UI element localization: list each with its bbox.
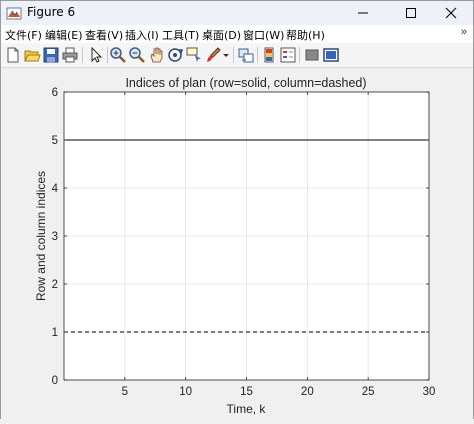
menu-view[interactable]: 查看(V) bbox=[85, 27, 123, 43]
x-tick-label: 10 bbox=[179, 386, 192, 398]
x-tick-label: 5 bbox=[122, 386, 128, 398]
save-icon[interactable] bbox=[42, 46, 60, 64]
close-icon bbox=[445, 7, 457, 19]
minimize-button[interactable] bbox=[341, 1, 385, 25]
y-tick-label: 0 bbox=[52, 375, 58, 387]
maximize-icon bbox=[406, 8, 416, 18]
y-tick-label: 3 bbox=[52, 231, 58, 243]
minimize-icon bbox=[358, 12, 368, 14]
y-tick-label: 2 bbox=[52, 279, 58, 291]
x-tick-label: 30 bbox=[423, 386, 436, 398]
new-figure-icon[interactable] bbox=[4, 46, 22, 64]
rotate-3d-icon[interactable] bbox=[166, 46, 184, 64]
show-plot-tools-icon[interactable] bbox=[322, 46, 340, 64]
toolbar-separator bbox=[299, 47, 300, 63]
brush-icon[interactable] bbox=[204, 46, 222, 64]
menu-desktop[interactable]: 桌面(D) bbox=[202, 27, 241, 43]
toolbar-separator bbox=[82, 47, 83, 63]
menu-window[interactable]: 窗口(W) bbox=[243, 27, 284, 43]
title-bar: Figure 6 bbox=[1, 1, 473, 25]
close-button[interactable] bbox=[429, 1, 473, 25]
menu-edit[interactable]: 编辑(E) bbox=[45, 27, 83, 43]
hide-plot-tools-icon[interactable] bbox=[303, 46, 321, 64]
figure-window: Figure 6 文件(F) 编辑(E) 查看(V) 插入(I) 工具(T) 桌… bbox=[0, 0, 474, 419]
menu-bar: 文件(F) 编辑(E) 查看(V) 插入(I) 工具(T) 桌面(D) 窗口(W… bbox=[1, 25, 473, 43]
brush-dropdown-icon[interactable] bbox=[221, 46, 231, 64]
pan-icon[interactable] bbox=[147, 46, 165, 64]
menu-insert[interactable]: 插入(I) bbox=[125, 27, 159, 43]
menu-help[interactable]: 帮助(H) bbox=[286, 27, 325, 43]
x-axis-label: Time, k bbox=[227, 402, 267, 416]
data-cursor-icon[interactable] bbox=[185, 46, 203, 64]
colorbar-icon[interactable] bbox=[260, 46, 278, 64]
y-tick-label: 5 bbox=[52, 135, 58, 147]
plot-svg: Indices of plan (row=solid, column=dashe… bbox=[34, 76, 436, 416]
toolbar-separator bbox=[233, 47, 234, 63]
window-title: Figure 6 bbox=[27, 5, 76, 19]
menu-overflow-icon[interactable]: » bbox=[461, 26, 467, 38]
print-icon[interactable] bbox=[61, 46, 79, 64]
figure-toolbar bbox=[1, 43, 473, 68]
x-tick-label: 25 bbox=[362, 386, 375, 398]
open-file-icon[interactable] bbox=[23, 46, 41, 64]
x-tick-label: 15 bbox=[240, 386, 253, 398]
chart-title: Indices of plan (row=solid, column=dashe… bbox=[125, 76, 366, 90]
maximize-button[interactable] bbox=[389, 1, 433, 25]
matlab-logo-icon bbox=[6, 7, 22, 20]
menu-file[interactable]: 文件(F) bbox=[5, 27, 42, 43]
y-tick-label: 6 bbox=[52, 87, 58, 99]
y-tick-label: 4 bbox=[52, 183, 59, 195]
zoom-out-icon[interactable] bbox=[128, 46, 146, 64]
y-tick-label: 1 bbox=[52, 327, 58, 339]
zoom-in-icon[interactable] bbox=[109, 46, 127, 64]
toolbar-separator bbox=[107, 47, 108, 63]
toolbar-separator bbox=[257, 47, 258, 63]
pointer-icon[interactable] bbox=[87, 46, 105, 64]
y-axis-label: Row and column indices bbox=[34, 171, 48, 301]
figure-canvas: Indices of plan (row=solid, column=dashe… bbox=[1, 68, 473, 419]
x-tick-label: 20 bbox=[301, 386, 314, 398]
menu-tools[interactable]: 工具(T) bbox=[162, 27, 199, 43]
legend-icon[interactable] bbox=[279, 46, 297, 64]
link-plot-icon[interactable] bbox=[237, 46, 255, 64]
